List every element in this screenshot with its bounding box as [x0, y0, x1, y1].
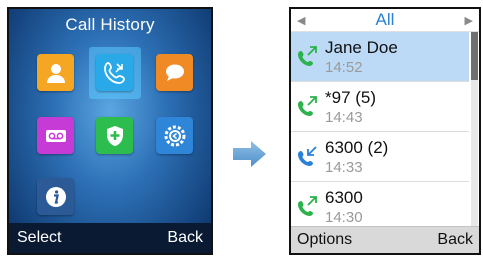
outgoing-call-icon: [298, 196, 317, 216]
security-app-tile[interactable]: [96, 117, 133, 154]
contacts-app-tile[interactable]: [37, 54, 74, 91]
options-softkey[interactable]: Options: [297, 231, 352, 249]
outgoing-call-icon: [298, 96, 317, 116]
scrollbar-thumb[interactable]: [471, 32, 478, 80]
softkey-bar: Options Back: [291, 226, 479, 253]
call-time: 14:43: [325, 109, 363, 126]
call-name: *97 (5): [325, 88, 377, 107]
call-list-item[interactable]: Jane Doe 14:52: [291, 32, 469, 82]
screen-title: Call History: [65, 15, 155, 34]
settings-icon: [164, 125, 185, 146]
back-softkey[interactable]: Back: [437, 231, 473, 249]
scrollbar[interactable]: [471, 32, 478, 227]
call-time: 14:30: [325, 209, 363, 226]
call-time: 14:33: [325, 159, 363, 176]
call-history-icon: [103, 61, 125, 84]
voicemail-icon: [45, 129, 66, 142]
call-history-menu-screen: Call History Select Back: [7, 7, 213, 255]
settings-app-tile[interactable]: [156, 117, 193, 154]
call-list-item[interactable]: 6300 (2) 14:33: [291, 132, 469, 182]
security-shield-icon: [106, 125, 123, 146]
contacts-icon: [46, 63, 65, 83]
info-icon: [45, 186, 66, 207]
filter-header: ◀ All ▶: [291, 9, 479, 32]
back-softkey[interactable]: Back: [167, 229, 203, 247]
outgoing-call-icon: [298, 46, 317, 66]
triangle-right-icon[interactable]: ▶: [465, 14, 473, 27]
call-list: Jane Doe 14:52 *97 (5) 14:43 6300 (2) 14…: [291, 32, 469, 232]
call-time: 14:52: [325, 59, 363, 76]
call-log-screen: ◀ All ▶ Jane Doe 14:52 *97 (5) 14:43 630…: [289, 7, 481, 255]
right-arrow-icon: [233, 141, 266, 167]
select-softkey[interactable]: Select: [17, 229, 61, 247]
triangle-left-icon[interactable]: ◀: [297, 14, 305, 27]
messages-app-tile[interactable]: [156, 54, 193, 91]
call-list-item[interactable]: 6300 14:30: [291, 182, 469, 232]
info-app-tile[interactable]: [37, 178, 74, 215]
filter-label[interactable]: All: [376, 10, 395, 30]
voicemail-app-tile[interactable]: [37, 117, 74, 154]
incoming-call-icon: [298, 146, 317, 166]
call-history-app-tile[interactable]: [96, 54, 133, 91]
softkey-bar: Select Back: [9, 223, 211, 253]
call-name: 6300 (2): [325, 138, 389, 157]
call-list-item[interactable]: *97 (5) 14:43: [291, 82, 469, 132]
call-name: Jane Doe: [325, 38, 398, 57]
call-name: 6300: [325, 188, 363, 207]
messages-icon: [165, 64, 184, 81]
